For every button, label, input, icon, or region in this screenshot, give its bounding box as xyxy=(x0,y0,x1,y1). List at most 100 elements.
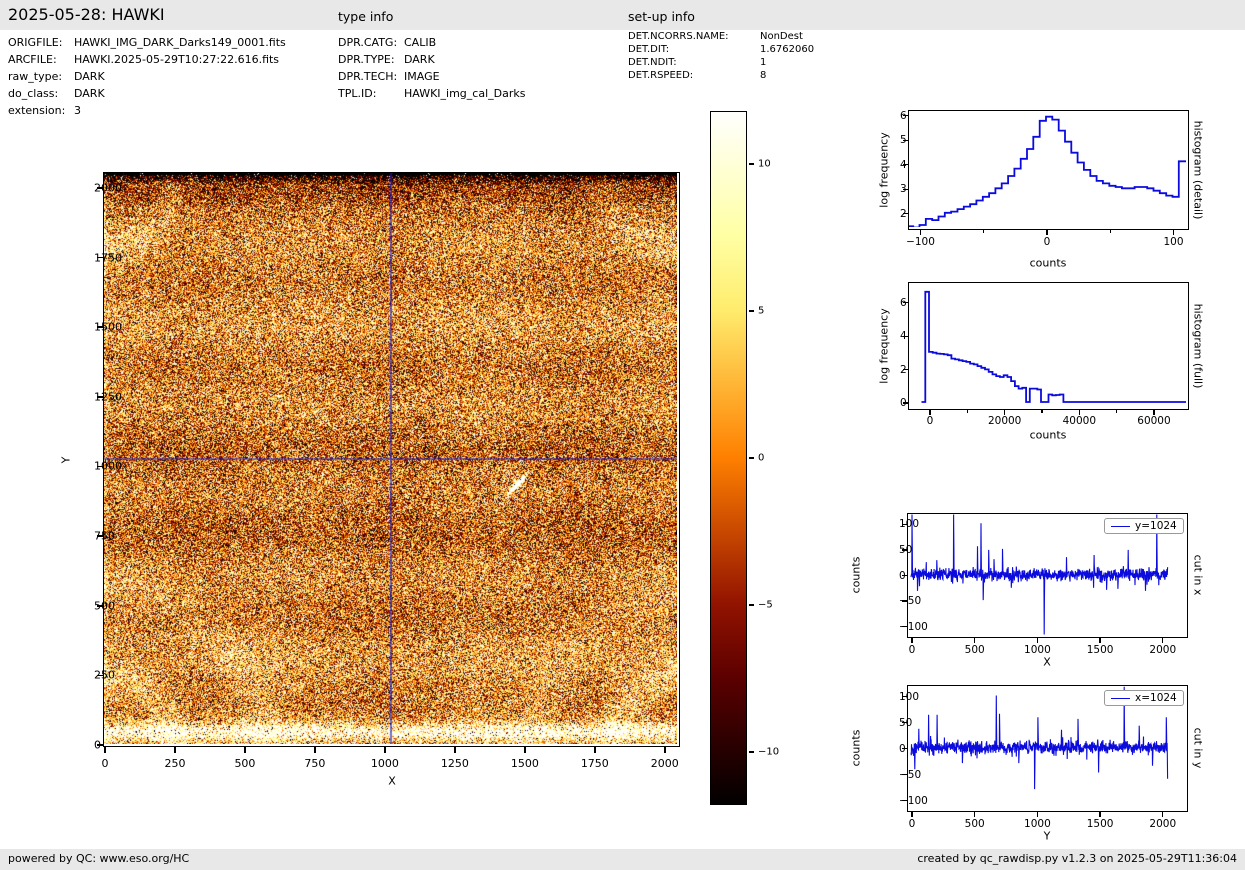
histogram-full-plot xyxy=(908,282,1189,410)
meta-label: DET.DIT: xyxy=(628,44,670,55)
x-tick-mark xyxy=(314,747,316,753)
y-tick-label: 2 xyxy=(900,363,907,376)
y-tick-label: 1250 xyxy=(94,390,122,404)
x-tick-mark xyxy=(911,638,913,643)
colorbar-tick-mark xyxy=(749,457,754,459)
meta-row: ARCFILE: HAWKI.2025-05-29T10:27:22.616.fi… xyxy=(8,51,286,68)
x-tick-label: 2000 xyxy=(1149,644,1177,656)
main-xaxis-label: X xyxy=(388,774,396,788)
cut-y-xlabel: Y xyxy=(1043,829,1051,843)
y-tick-label: 100 xyxy=(899,690,920,703)
y-tick-label: 100 xyxy=(899,518,920,531)
y-tick-label: 50 xyxy=(899,716,913,729)
x-tick-mark xyxy=(1162,812,1164,817)
x-tick-mark xyxy=(664,747,666,753)
x-tick-label: 500 xyxy=(964,818,985,830)
x-tick-mark xyxy=(974,638,976,643)
hist-full-right-label: histogram (full) xyxy=(1191,303,1205,389)
histogram-full-curve xyxy=(921,291,1187,404)
meta-label: DET.NDIT: xyxy=(628,57,677,68)
meta-value: HAWKI.2025-05-29T10:27:22.616.fits xyxy=(74,53,280,66)
x-tick-label: 0 xyxy=(926,415,934,427)
footer-left-text: powered by QC: www.eso.org/HC xyxy=(8,852,190,865)
x-tick-label: 250 xyxy=(164,757,186,770)
page-title: 2025-05-28: HAWKI xyxy=(8,5,165,24)
y-tick-label: 5 xyxy=(900,134,907,147)
x-tick-mark xyxy=(524,747,526,753)
x-tick-mark xyxy=(919,230,922,235)
x-tick-label: 0 xyxy=(908,818,916,830)
x-tick-label: 100 xyxy=(1163,236,1184,248)
cut-in-y-legend: x=1024 xyxy=(1104,690,1184,706)
colorbar-tick-label: −10 xyxy=(758,746,780,758)
y-tick-label: 750 xyxy=(94,529,115,543)
x-tick-mark xyxy=(1078,410,1080,415)
meta-label: DET.NCORRS.NAME: xyxy=(628,31,729,42)
x-tick-mark xyxy=(1099,638,1101,643)
x-tick-mark xyxy=(174,747,176,753)
x-tick-mark xyxy=(974,812,976,817)
main-yaxis-label: Y xyxy=(59,456,73,464)
x-tick-label: 750 xyxy=(304,757,326,770)
qc-report-page: 2025-05-28: HAWKI type info set-up info … xyxy=(0,0,1245,870)
x-tick-label: 500 xyxy=(964,644,985,656)
x-minor-tick-mark xyxy=(983,230,985,233)
y-tick-label: 50 xyxy=(899,543,913,556)
meta-value: HAWKI_img_cal_Darks xyxy=(404,87,526,100)
x-tick-mark xyxy=(1003,410,1006,415)
meta-row: DET.DIT: 1.6762060 xyxy=(628,43,814,56)
y-tick-label: 4 xyxy=(900,158,907,171)
dark-frame-image-plot xyxy=(103,172,680,747)
meta-label: extension: xyxy=(8,104,66,117)
x-tick-label: 1500 xyxy=(1086,644,1114,656)
colorbar-tick-mark xyxy=(749,751,754,753)
meta-row: DET.NDIT: 1 xyxy=(628,56,814,69)
cut-x-right-label: cut in x xyxy=(1191,554,1205,596)
colorbar-tick-label: 10 xyxy=(758,158,771,170)
colorbar-tick-mark xyxy=(749,310,754,312)
colorbar xyxy=(710,111,748,806)
histogram-detail-plot xyxy=(908,110,1189,230)
meta-label: ARCFILE: xyxy=(8,53,57,66)
x-minor-tick-mark xyxy=(966,410,968,413)
y-tick-label: 0 xyxy=(899,742,906,755)
meta-row: do_class: DARK xyxy=(8,85,286,102)
legend-line-sample xyxy=(1111,697,1130,699)
meta-value: 1.6762060 xyxy=(760,44,815,55)
x-tick-mark xyxy=(1172,230,1175,235)
x-tick-label: 0 xyxy=(101,757,109,770)
meta-row: DPR.CATG: CALIB xyxy=(338,34,525,51)
y-tick-label: 2 xyxy=(900,207,907,220)
setup-info-heading: set-up info xyxy=(628,9,695,24)
y-tick-label: 0 xyxy=(899,569,906,582)
cut-y-right-label: cut in y xyxy=(1191,727,1205,769)
meta-row: raw_type: DARK xyxy=(8,68,286,85)
meta-value: DARK xyxy=(74,70,105,83)
x-tick-mark xyxy=(104,747,106,753)
y-tick-label: 6 xyxy=(900,296,907,309)
x-tick-label: 2000 xyxy=(650,757,679,770)
x-tick-mark xyxy=(1036,638,1039,643)
meta-label: DET.RSPEED: xyxy=(628,70,694,81)
meta-label: do_class: xyxy=(8,87,59,100)
y-tick-label: 3 xyxy=(900,183,907,196)
meta-value: 1 xyxy=(760,57,767,68)
y-tick-label: 1000 xyxy=(94,459,122,473)
y-tick-label: −100 xyxy=(899,794,928,807)
colorbar-tick-mark xyxy=(749,163,754,165)
meta-value: DARK xyxy=(74,87,105,100)
hist-detail-xlabel: counts xyxy=(1029,256,1067,270)
meta-value: DARK xyxy=(404,53,435,66)
x-tick-label: 20000 xyxy=(987,415,1022,427)
x-tick-mark xyxy=(1046,230,1048,235)
x-tick-label: 1000 xyxy=(1024,818,1051,830)
hist-full-xlabel: counts xyxy=(1029,428,1067,442)
legend-label: y=1024 xyxy=(1135,520,1177,532)
x-tick-label: 500 xyxy=(234,757,256,770)
hist-detail-right-label: histogram (detail) xyxy=(1191,120,1205,220)
x-tick-mark xyxy=(594,747,596,753)
header-bar xyxy=(0,0,1245,30)
meta-value: CALIB xyxy=(404,36,437,49)
meta-row: ORIGFILE: HAWKI_IMG_DARK_Darks149_0001.fi… xyxy=(8,34,286,51)
y-tick-label: 2000 xyxy=(94,181,122,195)
